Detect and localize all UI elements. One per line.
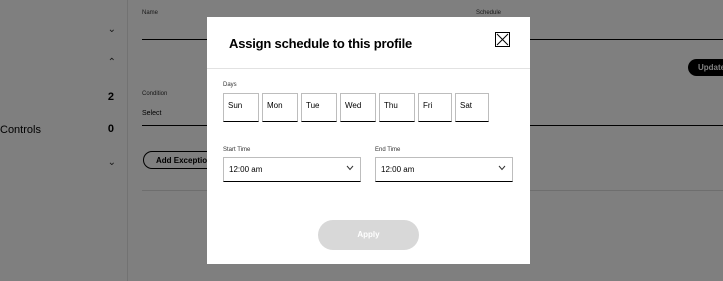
apply-button[interactable]: Apply <box>318 220 419 250</box>
modal-divider <box>207 68 530 69</box>
close-button[interactable] <box>495 32 510 47</box>
day-wed[interactable]: Wed <box>340 93 376 122</box>
assign-schedule-modal: Assign schedule to this profile Days Sun… <box>207 17 530 264</box>
day-fri[interactable]: Fri <box>418 93 452 122</box>
start-time-select[interactable]: 12:00 am <box>223 157 361 182</box>
day-selector: Sun Mon Tue Wed Thu Fri Sat <box>223 93 489 122</box>
end-time-value: 12:00 am <box>381 165 415 174</box>
start-time-label: Start Time <box>223 147 251 153</box>
modal-title: Assign schedule to this profile <box>229 36 413 51</box>
day-sun[interactable]: Sun <box>223 93 259 122</box>
day-mon[interactable]: Mon <box>262 93 298 122</box>
end-time-select[interactable]: 12:00 am <box>375 157 513 182</box>
day-thu[interactable]: Thu <box>379 93 415 122</box>
day-tue[interactable]: Tue <box>301 93 337 122</box>
start-time-value: 12:00 am <box>229 165 263 174</box>
chevron-down-icon <box>346 164 354 173</box>
day-sat[interactable]: Sat <box>455 93 489 122</box>
days-label: Days <box>223 82 237 88</box>
close-icon <box>496 33 509 46</box>
chevron-down-icon <box>498 164 506 173</box>
end-time-label: End Time <box>375 147 401 153</box>
